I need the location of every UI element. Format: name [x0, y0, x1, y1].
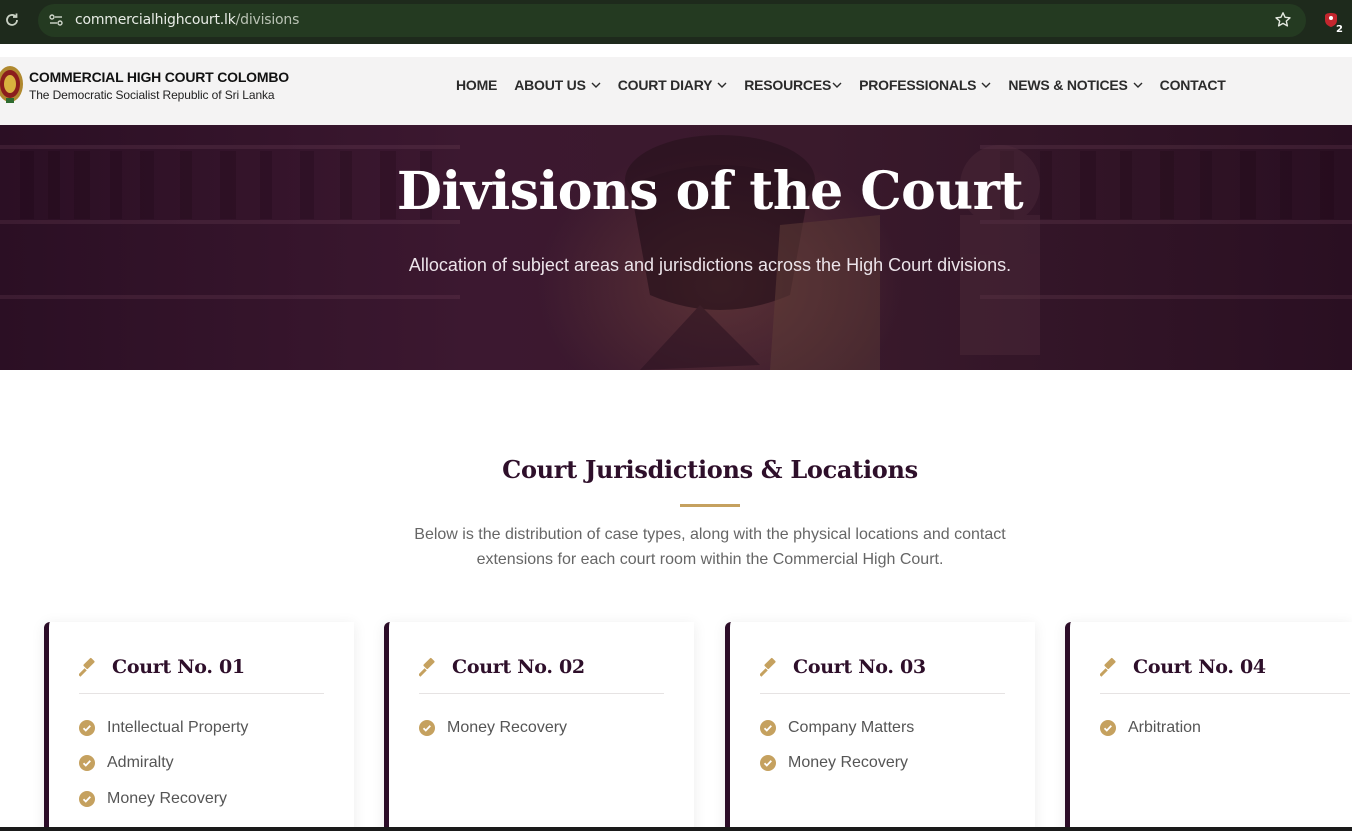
list-item: Admiralty — [79, 746, 248, 782]
url-path: /divisions — [235, 12, 300, 28]
list-item-label: Arbitration — [1128, 718, 1201, 736]
check-circle-icon — [760, 755, 776, 772]
check-circle-icon — [79, 755, 95, 772]
gavel-icon — [419, 657, 435, 677]
taskbar-edge — [0, 827, 1352, 831]
logo-subtitle: The Democratic Socialist Republic of Sri… — [29, 88, 275, 102]
section-divider — [680, 504, 740, 507]
star-icon[interactable] — [1274, 11, 1292, 29]
extension-badge: 2 — [1336, 24, 1343, 34]
jurisdiction-list: Company Matters Money Recovery — [760, 710, 914, 781]
court-card-01: Court No. 01 Intellectual Property Admir… — [44, 622, 354, 831]
gavel-icon — [79, 657, 95, 677]
nav-label: NEWS & NOTICES — [1008, 77, 1128, 93]
hero-banner: Divisions of the Court Allocation of sub… — [0, 125, 1352, 370]
reload-icon[interactable] — [3, 11, 21, 29]
hero-subtitle: Allocation of subject areas and jurisdic… — [408, 255, 1012, 275]
list-item-label: Intellectual Property — [107, 718, 249, 736]
list-item: Money Recovery — [419, 710, 567, 746]
list-item-label: Money Recovery — [447, 718, 568, 736]
logo-title[interactable]: COMMERCIAL HIGH COURT COLOMBO — [29, 69, 289, 85]
site-header: COMMERCIAL HIGH COURT COLOMBO The Democr… — [0, 57, 1352, 125]
chevron-down-icon — [591, 82, 601, 88]
nav-label: HOME — [456, 77, 498, 93]
jurisdiction-list: Intellectual Property Admiralty Money Re… — [79, 710, 248, 817]
list-item: Company Matters — [760, 710, 914, 746]
nav-label: PROFESSIONALS — [859, 77, 977, 93]
chevron-down-icon — [981, 82, 991, 88]
list-item: Intellectual Property — [79, 710, 248, 746]
nav-court-diary[interactable]: COURT DIARY — [618, 77, 728, 93]
site-info-icon[interactable] — [48, 12, 64, 28]
browser-toolbar: commercialhighcourt.lk/divisions 2 — [0, 0, 1352, 44]
nav-home[interactable]: HOME — [456, 77, 497, 93]
card-header: Court No. 04 — [1100, 654, 1350, 694]
extension-icon[interactable]: 2 — [1322, 10, 1346, 34]
chevron-down-icon — [717, 82, 727, 88]
nav-contact[interactable]: CONTACT — [1160, 77, 1226, 93]
section-title: Court Jurisdictions & Locations — [502, 455, 918, 484]
card-title: Court No. 02 — [452, 656, 585, 678]
url-domain: commercialhighcourt.lk — [75, 12, 236, 28]
check-circle-icon — [79, 719, 95, 736]
card-title: Court No. 01 — [112, 656, 245, 678]
sri-lanka-emblem-icon[interactable] — [0, 64, 24, 104]
card-title: Court No. 04 — [1133, 656, 1266, 678]
gavel-icon — [1100, 657, 1116, 677]
chevron-down-icon — [1133, 82, 1143, 88]
nav-news-notices[interactable]: NEWS & NOTICES — [1008, 77, 1143, 93]
court-card-02: Court No. 02 Money Recovery — [384, 622, 694, 831]
list-item-label: Company Matters — [788, 718, 915, 736]
card-title: Court No. 03 — [793, 656, 926, 678]
check-circle-icon — [1100, 719, 1116, 736]
list-item-label: Money Recovery — [107, 789, 228, 807]
page-top-gap — [0, 44, 1352, 57]
check-circle-icon — [79, 790, 95, 807]
card-header: Court No. 02 — [419, 654, 664, 694]
court-card-03: Court No. 03 Company Matters Money Recov… — [725, 622, 1035, 831]
list-item: Money Recovery — [79, 781, 248, 817]
card-header: Court No. 03 — [760, 654, 1005, 694]
jurisdiction-list: Money Recovery — [419, 710, 567, 746]
nav-resources[interactable]: RESOURCES — [744, 77, 842, 93]
nav-label: ABOUT US — [514, 77, 586, 93]
nav-label: CONTACT — [1159, 77, 1226, 93]
nav-label: COURT DIARY — [617, 77, 713, 93]
list-item-label: Money Recovery — [788, 754, 909, 772]
list-item: Money Recovery — [760, 746, 914, 782]
section-description: Below is the distribution of case types,… — [414, 526, 1006, 568]
hero-title: Divisions of the Court — [396, 161, 1024, 222]
list-item-label: Admiralty — [107, 754, 174, 772]
card-header: Court No. 01 — [79, 654, 324, 694]
check-circle-icon — [760, 719, 776, 736]
nav-professionals[interactable]: PROFESSIONALS — [859, 77, 991, 93]
jurisdiction-list: Arbitration — [1100, 710, 1201, 746]
list-item: Arbitration — [1100, 710, 1201, 746]
court-card-04: Court No. 04 Arbitration — [1065, 622, 1352, 831]
nav-label: RESOURCES — [744, 77, 832, 93]
check-circle-icon — [419, 719, 435, 736]
main-nav: HOME ABOUT US COURT DIARY RESOURCES PROF… — [456, 77, 1226, 93]
address-bar[interactable]: commercialhighcourt.lk/divisions — [38, 4, 1306, 37]
gavel-icon — [760, 657, 776, 677]
chevron-down-icon — [832, 82, 842, 88]
url-text[interactable]: commercialhighcourt.lk/divisions — [75, 12, 299, 28]
nav-about-us[interactable]: ABOUT US — [514, 77, 601, 93]
